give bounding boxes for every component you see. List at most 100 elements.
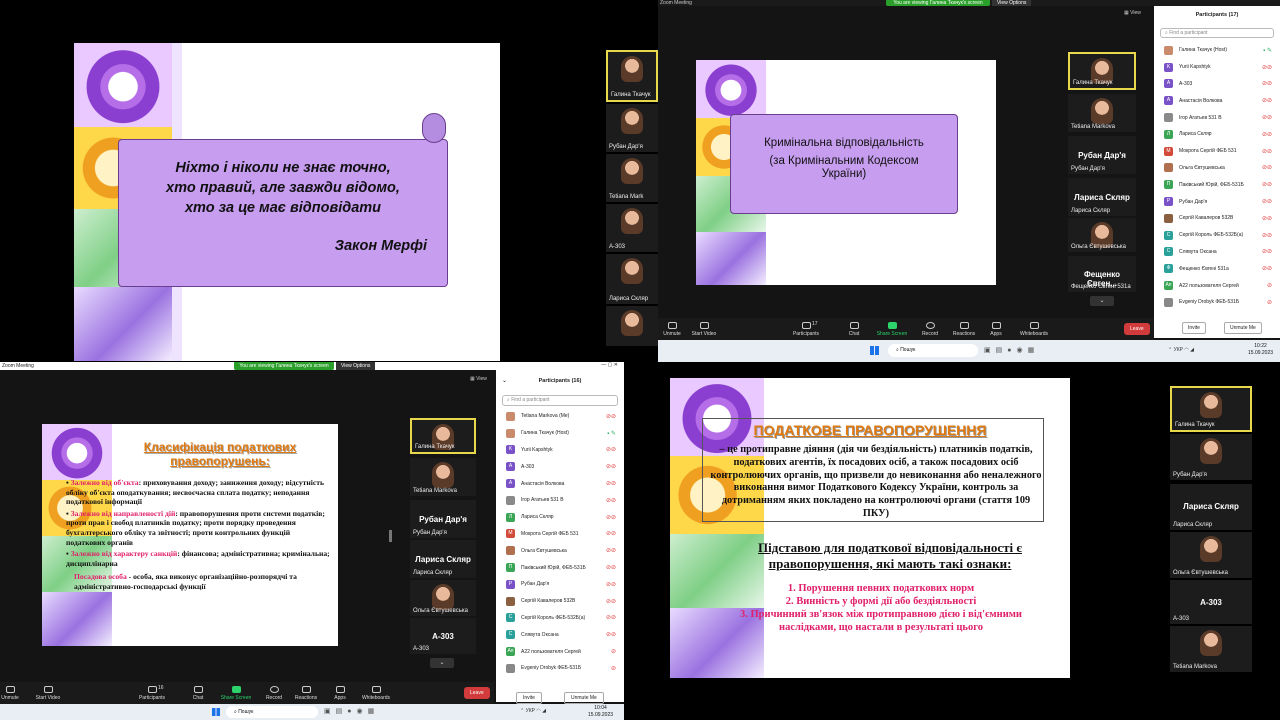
- windows-start-icon[interactable]: [870, 346, 879, 355]
- participant-row[interactable]: Ап A22 пользователя Сергей ⊘: [1154, 277, 1280, 294]
- video-tile[interactable]: Лариса Скляр Лариса Скляр: [410, 540, 476, 578]
- video-tile[interactable]: А-303: [606, 204, 658, 252]
- participant-row[interactable]: Галина Ткачук (Host) ▪ ✎: [496, 425, 624, 442]
- video-tile[interactable]: Галина Ткачук: [606, 50, 658, 102]
- search-input[interactable]: ⌕ Find a participant: [502, 395, 618, 406]
- chevron-down-icon[interactable]: ⌄: [430, 658, 454, 668]
- chat-button[interactable]: Chat: [836, 322, 872, 337]
- search-input[interactable]: ⌕ Find a participant: [1160, 28, 1274, 38]
- apps-button[interactable]: Apps: [978, 322, 1014, 337]
- whiteboards-button[interactable]: Whiteboards: [358, 686, 394, 701]
- view-options-button[interactable]: View Options: [336, 362, 376, 370]
- avatar: Ап: [1164, 281, 1173, 291]
- chat-button[interactable]: Chat: [180, 686, 216, 701]
- video-tile[interactable]: Лариса Скляр Лариса Скляр: [1068, 178, 1136, 216]
- window-controls[interactable]: — ▢ ✕: [601, 362, 618, 368]
- video-tile[interactable]: Ольга Євтушевська: [1170, 532, 1252, 578]
- video-tile[interactable]: Рубан Дар'я: [1170, 434, 1252, 480]
- invite-button[interactable]: Invite: [1182, 322, 1206, 334]
- taskbar-search[interactable]: ⌕ Пошук: [226, 706, 318, 718]
- participant-row[interactable]: С Сергій Король ФЕБ-532Б(а) ⊘⊘: [1154, 227, 1280, 244]
- participant-row[interactable]: Л Лариса Скляр ⊘⊘: [1154, 126, 1280, 143]
- participant-row[interactable]: Ігор Агатьев 531 В ⊘⊘: [1154, 109, 1280, 126]
- video-tile[interactable]: Ольга Євтушевська: [1068, 218, 1136, 252]
- video-tile[interactable]: [606, 306, 658, 346]
- video-tile[interactable]: А-303 А-303: [1170, 580, 1252, 624]
- mic-off-icon: ⊘⊘: [605, 581, 616, 588]
- participant-row[interactable]: М Мокрота Сергій ФЕБ 531 ⊘⊘: [1154, 143, 1280, 160]
- participant-row[interactable]: А Анастасія Волкова ⊘⊘: [496, 475, 624, 492]
- participant-row[interactable]: С Слявута Оксана ⊘⊘: [1154, 244, 1280, 261]
- video-tile[interactable]: Рубан Дар'я Рубан Дар'я: [410, 500, 476, 538]
- video-tile[interactable]: Галина Ткачук: [1170, 386, 1252, 432]
- whiteboards-button[interactable]: Whiteboards: [1016, 322, 1052, 337]
- share-screen-button[interactable]: Share Screen: [874, 322, 910, 337]
- participant-row[interactable]: Ф Фещенко Євгені 531а ⊘⊘: [1154, 260, 1280, 277]
- video-tile[interactable]: Tetiana Markova: [1170, 626, 1252, 672]
- participants-button[interactable]: 17 Participants: [788, 321, 824, 337]
- participant-row[interactable]: Ап A22 пользователя Сергей ⊘: [496, 643, 624, 660]
- start-video-button[interactable]: Start Video: [30, 686, 66, 701]
- apps-button[interactable]: Apps: [322, 686, 358, 701]
- view-button[interactable]: ▦ View: [470, 376, 487, 382]
- participant-row[interactable]: Ольга Євтушевська ⊘⊘: [1154, 160, 1280, 177]
- video-tile[interactable]: Tetiana Markova: [410, 458, 476, 496]
- invite-button[interactable]: Invite: [516, 692, 542, 704]
- leave-button[interactable]: Leave: [1124, 323, 1150, 335]
- video-tile[interactable]: Tetiana Markova: [1068, 94, 1136, 132]
- taskbar-search[interactable]: ⌕ Пошук: [888, 344, 978, 357]
- participant-row[interactable]: С Сергій Король ФЕБ-532Б(а) ⊘⊘: [496, 610, 624, 627]
- splitter-handle[interactable]: [389, 530, 392, 542]
- record-button[interactable]: Record: [256, 686, 292, 701]
- video-tile[interactable]: Лариса Скляр: [606, 254, 658, 304]
- collapse-icon[interactable]: ⌄: [502, 377, 507, 384]
- participant-row[interactable]: Р Рубан Дар'я ⊘⊘: [496, 576, 624, 593]
- reactions-button[interactable]: Reactions: [288, 686, 324, 701]
- video-tile[interactable]: А-303 А-303: [410, 618, 476, 654]
- unmute-button[interactable]: Unmute: [0, 686, 28, 701]
- participant-row[interactable]: K Yurii Kapshtyk ⊘⊘: [1154, 59, 1280, 76]
- participant-row[interactable]: Л Лариса Скляр ⊘⊘: [496, 509, 624, 526]
- mic-off-icon: ⊘⊘: [605, 481, 616, 488]
- avatar: K: [1164, 62, 1173, 72]
- reactions-button[interactable]: Reactions: [946, 322, 982, 337]
- participant-row[interactable]: Evgeniy Drobyk ФЕБ-531Б ⊘: [1154, 294, 1280, 311]
- participant-row[interactable]: Сергій Кавалеров 532В ⊘⊘: [1154, 210, 1280, 227]
- participant-row[interactable]: Галина Ткачук (Host) ▪ ✎: [1154, 42, 1280, 59]
- start-video-button[interactable]: Start Video: [686, 322, 722, 337]
- leave-button[interactable]: Leave: [464, 687, 490, 699]
- participant-row[interactable]: Ольга Євтушевська ⊘⊘: [496, 542, 624, 559]
- video-tile[interactable]: Галина Ткачук: [1068, 52, 1136, 90]
- participant-row[interactable]: Evgeniy Drobyk ФЕБ-531Б ⊘: [496, 660, 624, 677]
- video-tile[interactable]: Лариса Скляр Лариса Скляр: [1170, 484, 1252, 530]
- record-button[interactable]: Record: [912, 322, 948, 337]
- participants-button[interactable]: 16 Participants: [134, 685, 170, 701]
- participant-row[interactable]: М Мокрота Сергій ФЕБ 531 ⊘⊘: [496, 526, 624, 543]
- share-screen-button[interactable]: Share Screen: [218, 686, 254, 701]
- participant-row[interactable]: П Паківський Юрій, ФЕБ-531Б ⊘⊘: [1154, 176, 1280, 193]
- participant-row[interactable]: K Yurii Kapshtyk ⊘⊘: [496, 442, 624, 459]
- unmute-me-button[interactable]: Unmute Me: [564, 692, 604, 704]
- participant-row[interactable]: Р Рубан Дар'я ⊘⊘: [1154, 193, 1280, 210]
- video-tile[interactable]: Tetiana Mark: [606, 154, 658, 202]
- video-tile[interactable]: Галина Ткачук: [410, 418, 476, 454]
- participant-row[interactable]: С Слявута Оксана ⊘⊘: [496, 626, 624, 643]
- bullet-item: ▪ Залежно від направленості дій: правопо…: [66, 508, 325, 547]
- participant-row[interactable]: А А-303 ⊘⊘: [1154, 76, 1280, 93]
- mic-off-icon: ⊘⊘: [605, 531, 616, 538]
- video-tile[interactable]: Фещенко Євген... Фещенко Євгені 531а: [1068, 256, 1136, 292]
- view-button[interactable]: ▦ View: [1124, 10, 1141, 16]
- participant-row[interactable]: А А-303 ⊘⊘: [496, 458, 624, 475]
- participant-row[interactable]: Сергій Кавалеров 532В ⊘⊘: [496, 593, 624, 610]
- video-tile[interactable]: Рубан Дар'я: [606, 104, 658, 152]
- view-options-button[interactable]: View Options: [992, 0, 1032, 6]
- windows-start-icon[interactable]: [212, 708, 220, 716]
- participant-row[interactable]: П Паківський Юрій, ФЕБ-531Б ⊘⊘: [496, 559, 624, 576]
- video-tile[interactable]: Ольга Євтушевська: [410, 580, 476, 616]
- participant-row[interactable]: А Анастасія Волкова ⊘⊘: [1154, 92, 1280, 109]
- video-tile[interactable]: Рубан Дар'я Рубан Дар'я: [1068, 136, 1136, 174]
- unmute-me-button[interactable]: Unmute Me: [1224, 322, 1262, 334]
- participant-row[interactable]: Tetiana Markova (Me) ⊘⊘: [496, 408, 624, 425]
- participant-row[interactable]: Ігор Агатьев 531 В ⊘⊘: [496, 492, 624, 509]
- chevron-down-icon[interactable]: ⌄: [1090, 296, 1114, 306]
